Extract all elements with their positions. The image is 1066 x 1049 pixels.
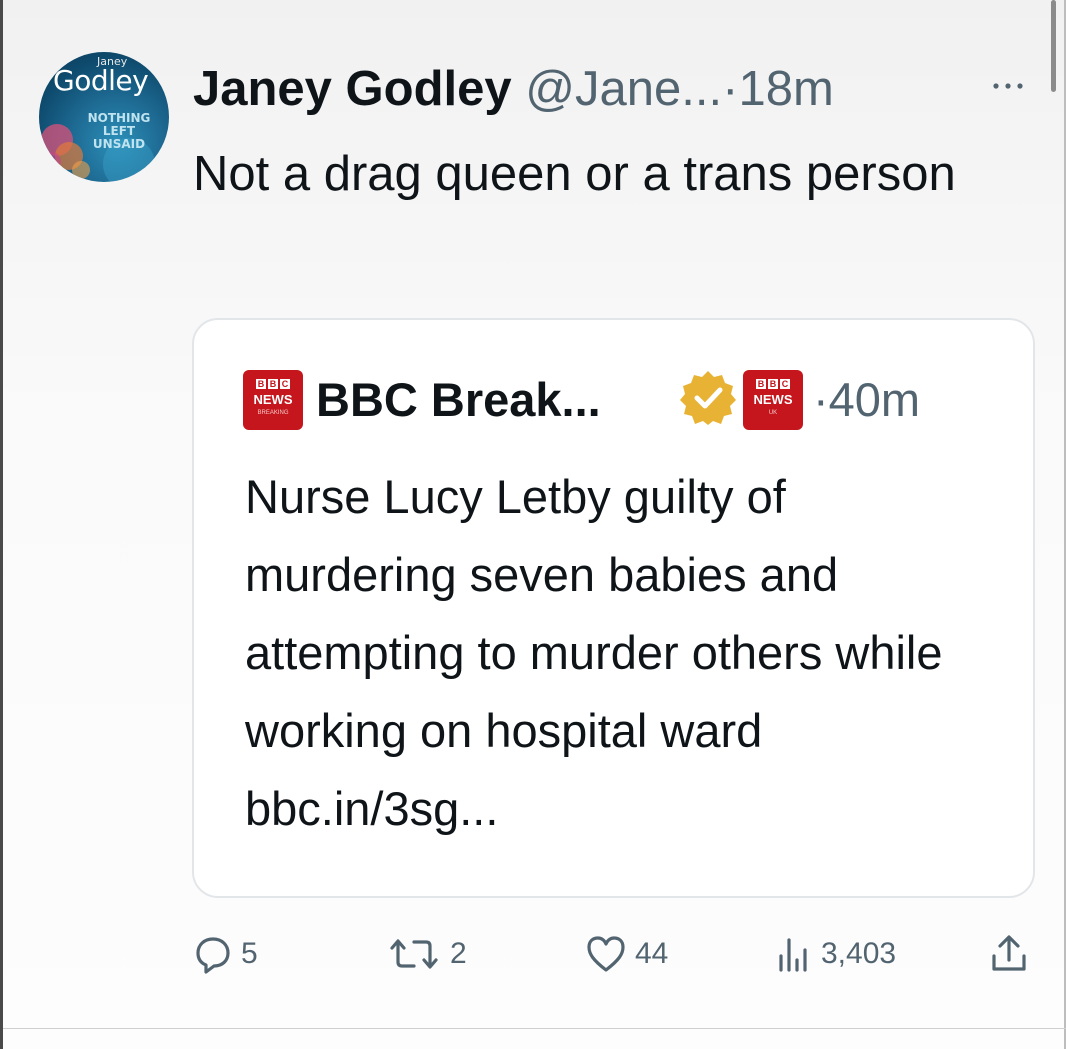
separator-dot: · — [813, 373, 829, 426]
separator-dot: · — [722, 62, 739, 116]
like-button[interactable]: 44 — [585, 932, 668, 976]
bbc-letter: C — [780, 379, 790, 389]
avatar-logo: Godley — [53, 64, 149, 97]
repost-count: 2 — [450, 937, 467, 970]
reply-icon — [196, 937, 230, 974]
share-button[interactable] — [987, 932, 1031, 976]
quoted-tweet-text: Nurse Lucy Letby guilty of murdering sev… — [245, 470, 943, 835]
tweet-divider — [3, 1028, 1066, 1029]
more-horizontal-icon[interactable] — [991, 80, 1025, 92]
bbc-sub-label: BREAKING — [257, 410, 289, 416]
author-name[interactable]: Janey Godley — [193, 62, 512, 116]
like-count: 44 — [635, 937, 669, 970]
bbc-letter: B — [268, 379, 278, 389]
bbc-news-uk-logo[interactable]: B B C NEWS UK — [743, 370, 803, 430]
scrollbar-handle[interactable] — [1051, 0, 1056, 92]
bbc-letter-blocks: B B C — [256, 379, 290, 389]
reply-count: 5 — [241, 937, 258, 970]
bbc-news-breaking-logo[interactable]: B B C NEWS BREAKING — [243, 370, 303, 430]
tweet-header: Janey Godley @Jane...·18m — [193, 54, 834, 124]
bbc-news-label: NEWS — [753, 392, 793, 407]
repost-icon — [390, 939, 438, 969]
reply-button[interactable]: 5 — [193, 932, 258, 976]
heart-icon — [587, 936, 625, 972]
quoted-time-value: 40m — [828, 373, 921, 426]
avatar-subtitle-line: UNSAID — [92, 137, 146, 151]
bbc-letter-blocks: B B C — [756, 379, 790, 389]
tweet-text: Not a drag queen or a trans person — [193, 147, 956, 201]
views-chart-icon — [779, 938, 807, 972]
author-avatar[interactable]: Janey Godley NOTHING LEFT UNSAID — [39, 52, 169, 182]
gold-verified-badge-icon — [680, 371, 736, 425]
tweet-timestamp[interactable]: 18m — [738, 62, 833, 116]
views-button[interactable]: 3,403 — [773, 932, 896, 976]
repost-button[interactable]: 2 — [386, 932, 467, 976]
bbc-letter: B — [768, 379, 778, 389]
screenshot-frame: Janey Godley NOTHING LEFT UNSAID Janey G… — [0, 0, 1066, 1049]
bbc-letter: B — [256, 379, 266, 389]
quoted-tweet-timestamp[interactable]: ·40m — [813, 370, 920, 430]
views-count: 3,403 — [821, 937, 897, 970]
bbc-letter: C — [280, 379, 290, 389]
bbc-sub-label: UK — [768, 410, 778, 416]
quoted-author-name[interactable]: BBC Break... — [316, 370, 601, 430]
share-icon — [992, 935, 1026, 971]
bbc-news-label: NEWS — [253, 392, 293, 407]
author-handle[interactable]: @Jane... — [525, 62, 722, 116]
bbc-letter: B — [756, 379, 766, 389]
